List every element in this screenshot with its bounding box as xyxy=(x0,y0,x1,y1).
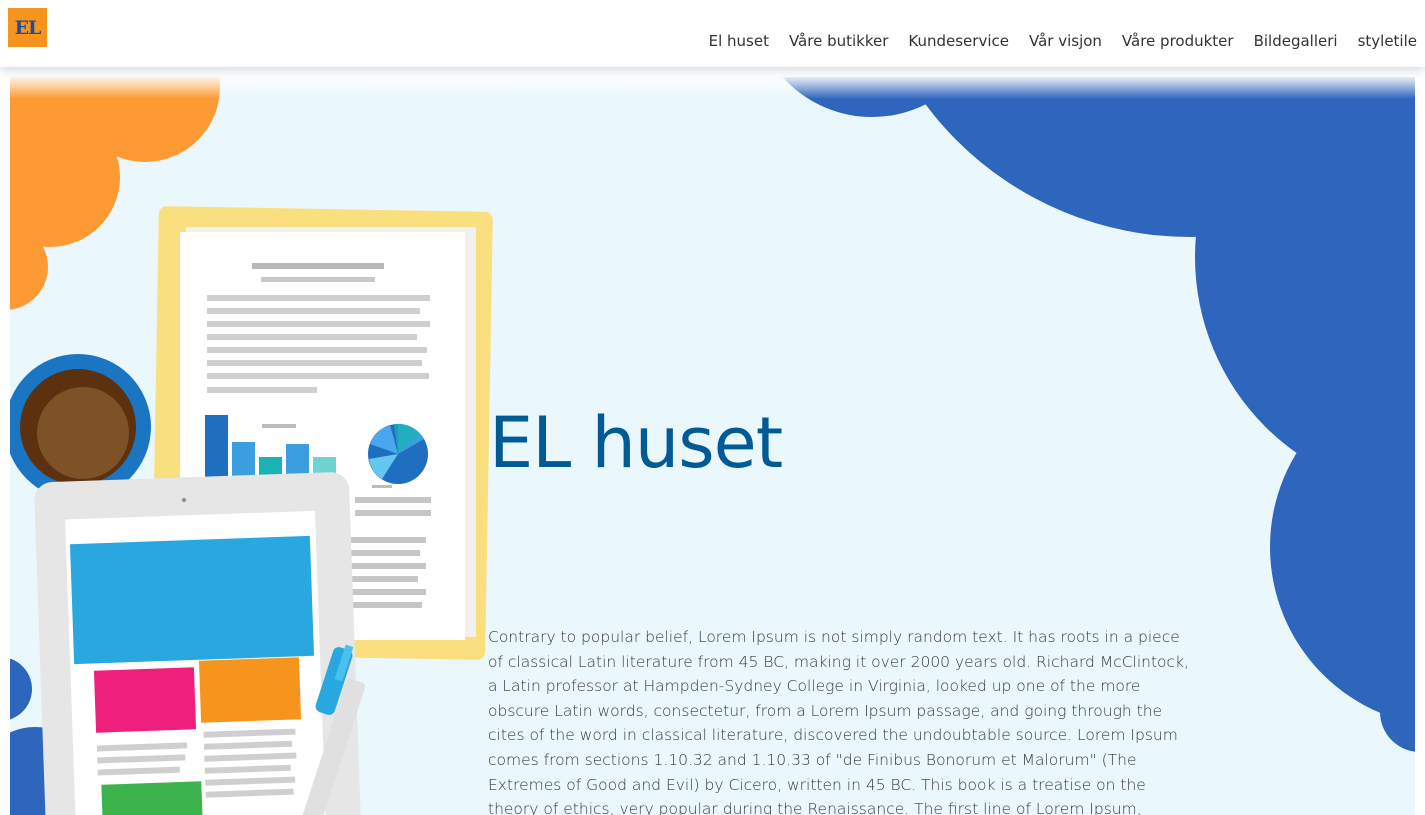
nav-item-vare-butikker[interactable]: Våre butikker xyxy=(789,32,888,50)
nav-item-el-huset[interactable]: El huset xyxy=(709,32,769,50)
hero-section: EL huset Contrary to popular belief, Lor… xyxy=(10,77,1415,815)
main-nav: El huset Våre butikker Kundeservice Vår … xyxy=(709,32,1417,50)
site-header: EL El huset Våre butikker Kundeservice V… xyxy=(0,0,1425,67)
logo-text: EL xyxy=(14,16,42,39)
hero-top-shadow xyxy=(10,77,1415,99)
nav-item-bildegalleri[interactable]: Bildegalleri xyxy=(1254,32,1338,50)
nav-item-styletile[interactable]: styletile xyxy=(1358,32,1417,50)
intro-paragraph: Contrary to popular belief, Lorem Ipsum … xyxy=(488,628,1189,815)
page-title: EL huset xyxy=(489,402,783,484)
nav-item-vare-produkter[interactable]: Våre produkter xyxy=(1122,32,1234,50)
nav-item-kundeservice[interactable]: Kundeservice xyxy=(908,32,1009,50)
logo[interactable]: EL xyxy=(8,8,47,47)
nav-item-var-visjon[interactable]: Vår visjon xyxy=(1029,32,1102,50)
tablet-graphic xyxy=(34,472,361,815)
coffee-cup-graphic xyxy=(10,354,151,500)
